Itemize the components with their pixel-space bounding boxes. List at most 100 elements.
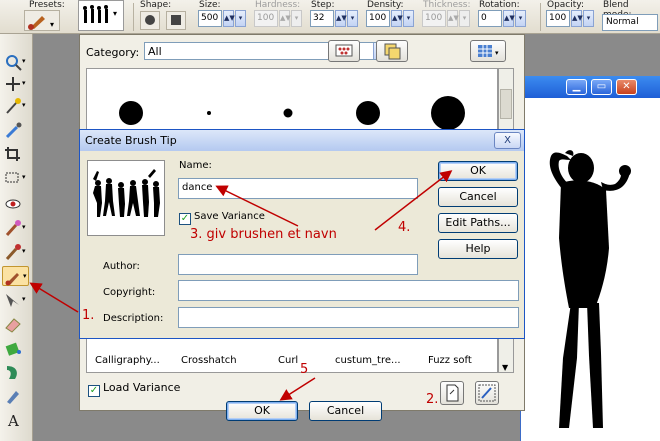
copyright-input[interactable] [178, 280, 519, 301]
minimize-button[interactable]: ▁ [566, 79, 587, 95]
thickness-dropdown[interactable]: ▾ [459, 10, 470, 27]
hardness-input[interactable]: 100 [254, 10, 278, 27]
svg-text:▾: ▾ [495, 49, 499, 57]
load-variance-checkbox[interactable]: ✓ Load Variance [88, 381, 180, 397]
brush-edit-icon [478, 384, 496, 402]
scroll-down-arrow-icon[interactable]: ▼ [502, 363, 508, 372]
warp-tool[interactable]: ▾ [2, 290, 29, 310]
crop-icon [5, 147, 20, 161]
brush-name-custum-tree[interactable]: custum_tre... [335, 355, 401, 366]
size-dropdown[interactable]: ▾ [235, 10, 246, 27]
pen-tool[interactable] [2, 386, 29, 406]
rotation-spin-arrows[interactable]: ▲▼ [503, 10, 515, 27]
image-window-titlebar[interactable]: ▁ ▭ ✕ [521, 76, 660, 98]
density-dropdown[interactable]: ▾ [403, 10, 414, 27]
annotation-step-4: 4. [398, 220, 411, 235]
move-tool[interactable]: ▾ [2, 74, 29, 94]
description-input[interactable] [178, 307, 519, 328]
blend-mode-select[interactable]: Normal [602, 14, 658, 31]
step-label: Step: [311, 0, 335, 10]
shape-round-button[interactable] [140, 11, 160, 30]
preview-dropdown-arrow[interactable]: ▾ [113, 9, 117, 18]
brush-tip-preview[interactable] [78, 0, 124, 31]
picture-tube-tool[interactable] [2, 362, 29, 382]
author-input[interactable] [178, 254, 418, 275]
paint-brush-tool[interactable]: ▾ [2, 266, 29, 286]
dropper-tool[interactable] [2, 120, 29, 140]
image-document-window[interactable]: ▁ ▭ ✕ [520, 76, 660, 441]
eraser-tool[interactable] [2, 314, 29, 334]
brush-name-crosshatch[interactable]: Crosshatch [181, 355, 237, 366]
brush-categories-button[interactable] [328, 40, 360, 62]
makeover-tool[interactable]: ▾ [2, 218, 29, 238]
opacity-label: Opacity: [547, 0, 584, 10]
size-input[interactable]: 500 [198, 10, 222, 27]
arrow-to-paint-brush [29, 282, 79, 313]
step-dropdown[interactable]: ▾ [347, 10, 358, 27]
thickness-spin-arrows[interactable]: ▲▼ [447, 10, 459, 27]
brush-name-calligraphy[interactable]: Calligraphy... [95, 355, 160, 366]
size-label: Size: [199, 0, 221, 10]
step-input[interactable]: 32 [310, 10, 334, 27]
density-input[interactable]: 100 [366, 10, 390, 27]
checkmark-icon: ✓ [88, 385, 100, 397]
size-spin-arrows[interactable]: ▲▼ [223, 10, 235, 27]
maximize-icon: ▭ [596, 81, 607, 92]
crop-tool[interactable] [2, 144, 29, 164]
clone-brush-icon: ▾ [5, 244, 26, 261]
brush-options-button[interactable] [475, 381, 499, 405]
text-a-icon: A [7, 412, 19, 429]
magnifier-icon: ▾ [6, 55, 26, 71]
magic-wand-tool[interactable]: ▾ [2, 96, 29, 116]
picker-cancel-button[interactable]: Cancel [309, 401, 382, 421]
density-spin-arrows[interactable]: ▲▼ [391, 10, 403, 27]
opacity-dropdown[interactable]: ▾ [583, 10, 594, 27]
eyedropper-icon [5, 122, 22, 139]
zoom-tool[interactable]: ▾ [2, 52, 29, 72]
name-input[interactable]: dance [178, 178, 418, 199]
save-variance-checkbox[interactable]: ✓ Save Variance [179, 211, 265, 225]
dialog-close-button[interactable]: X [494, 132, 521, 149]
maximize-button[interactable]: ▭ [591, 79, 612, 95]
fill-tool[interactable] [2, 338, 29, 358]
presets-button[interactable]: ▾ [24, 10, 60, 31]
picker-ok-button[interactable]: OK [226, 401, 298, 421]
thickness-input[interactable]: 100 [422, 10, 446, 27]
text-tool[interactable]: A [2, 410, 29, 430]
paint-brush-icon: ▾ [5, 272, 27, 286]
opacity-input[interactable]: 100 [546, 10, 570, 27]
rotation-dropdown[interactable]: ▾ [515, 10, 526, 27]
hardness-dropdown[interactable]: ▾ [291, 10, 302, 27]
separator [133, 3, 134, 31]
export-brush-button[interactable] [440, 381, 464, 405]
dialog-ok-button[interactable]: OK [438, 161, 518, 181]
scrollbar-thumb[interactable] [500, 89, 512, 119]
annotation-step-2: 2. [426, 392, 439, 407]
dialog-cancel-button[interactable]: Cancel [438, 187, 518, 207]
name-label: Name: [179, 160, 212, 171]
red-eye-tool[interactable] [2, 194, 29, 214]
svg-text:▾: ▾ [22, 79, 26, 87]
opacity-spin-arrows[interactable]: ▲▼ [571, 10, 583, 27]
edit-paths-button[interactable]: Edit Paths... [438, 213, 518, 233]
step-spin-arrows[interactable]: ▲▼ [335, 10, 347, 27]
svg-text:A: A [7, 412, 19, 429]
rotation-input[interactable]: 0 [478, 10, 502, 27]
close-window-button[interactable]: ✕ [616, 79, 637, 95]
view-options-button[interactable]: ▾ [470, 40, 506, 62]
dialog-titlebar[interactable]: Create Brush Tip X [80, 130, 524, 151]
hardness-spin-arrows[interactable]: ▲▼ [279, 10, 291, 27]
brush-name-fuzz-soft[interactable]: Fuzz soft [428, 355, 472, 366]
close-icon: X [504, 135, 511, 146]
clone-tool[interactable]: ▾ [2, 242, 29, 262]
brush-name-curl[interactable]: Curl [278, 355, 298, 366]
magic-wand-icon: ▾ [6, 98, 26, 114]
help-button[interactable]: Help [438, 239, 518, 259]
round-shape-icon [145, 15, 155, 25]
svg-text:▾: ▾ [22, 247, 26, 255]
copy-brush-button[interactable] [376, 40, 408, 62]
selection-tool[interactable]: ▾ [2, 168, 29, 188]
close-icon: ✕ [622, 81, 631, 92]
eye-icon [5, 199, 21, 209]
shape-square-button[interactable] [166, 11, 186, 30]
